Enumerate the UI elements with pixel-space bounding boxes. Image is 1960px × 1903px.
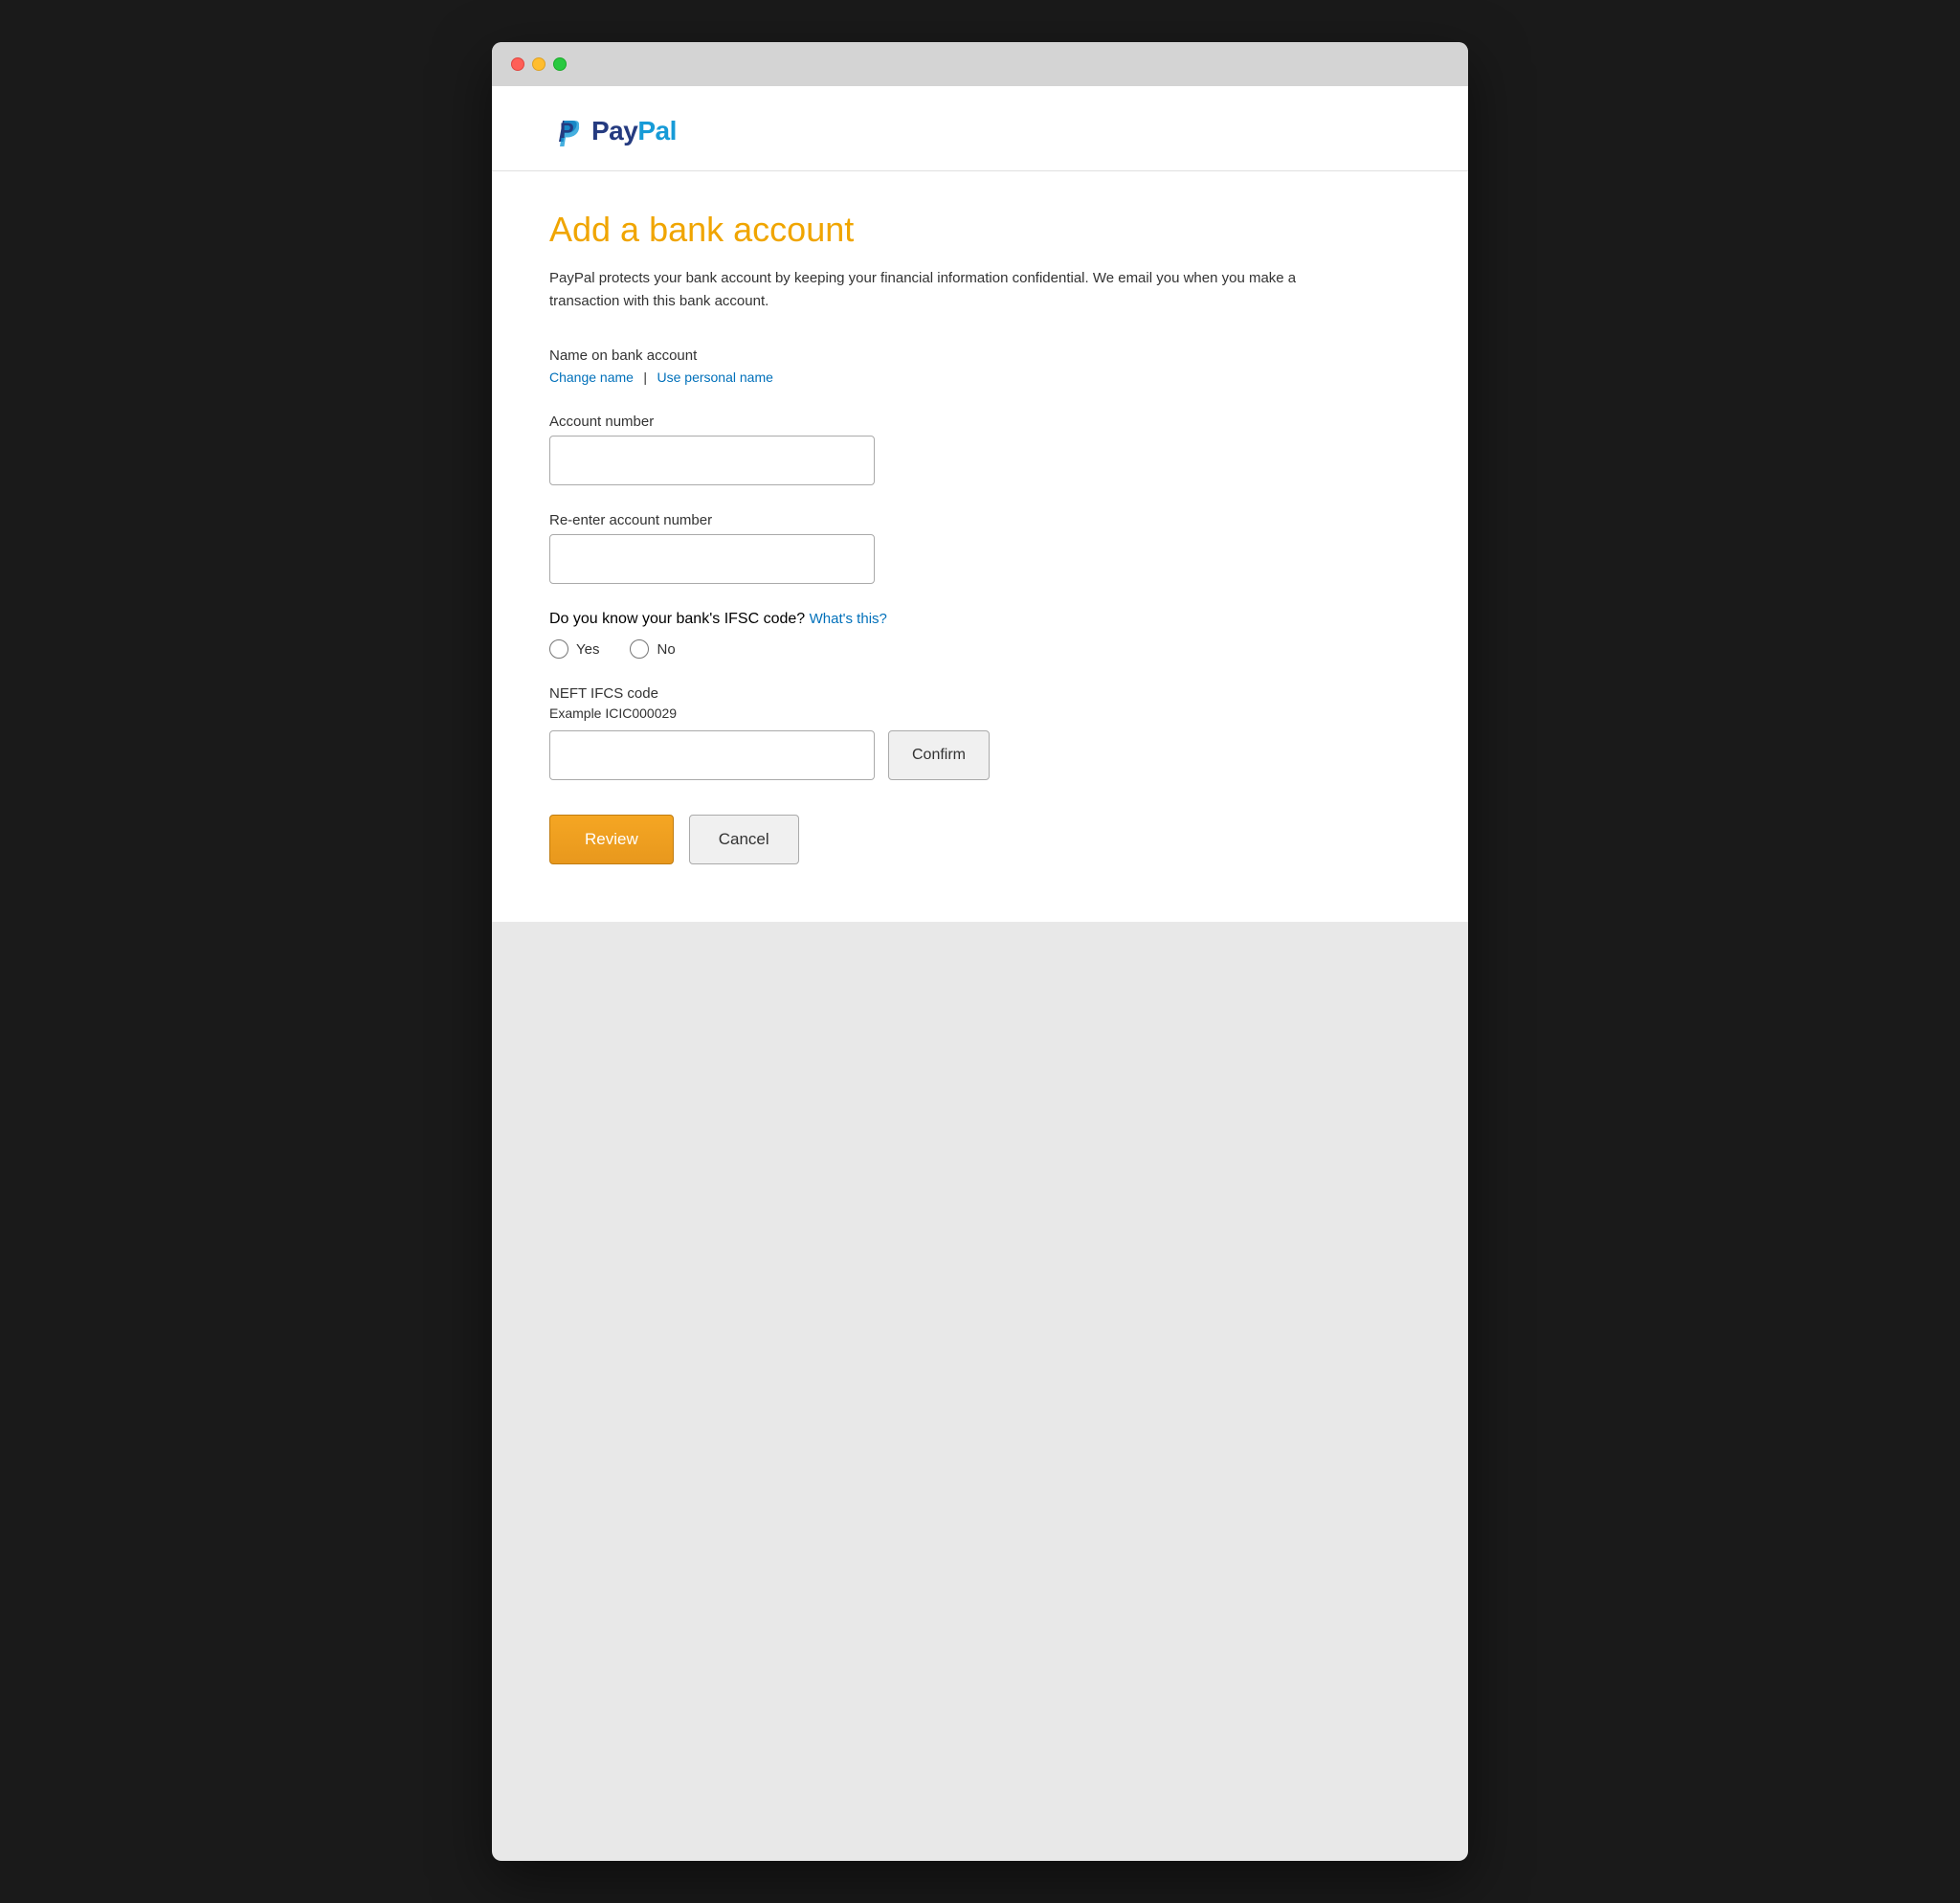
yes-label[interactable]: Yes — [576, 641, 599, 658]
paypal-brand-text: PayPal — [591, 116, 677, 146]
page-description: PayPal protects your bank account by kee… — [549, 267, 1334, 313]
cancel-button[interactable]: Cancel — [689, 815, 799, 864]
yes-no-radio-group: Yes No — [549, 639, 1411, 659]
whats-this-link[interactable]: What's this? — [810, 611, 887, 627]
yes-option: Yes — [549, 639, 599, 659]
minimize-button[interactable] — [532, 57, 546, 71]
form-container: Add a bank account PayPal protects your … — [492, 171, 1468, 922]
name-on-account-group: Name on bank account Change name | Use p… — [549, 347, 1411, 387]
account-number-label: Account number — [549, 414, 1411, 430]
neft-input-row: Confirm — [549, 730, 1411, 780]
browser-window: P PayPal Add a bank account PayPal prote… — [492, 42, 1468, 1861]
link-separator: | — [643, 369, 647, 385]
ifsc-question-label: Do you know your bank's IFSC code? — [549, 611, 805, 627]
yes-radio[interactable] — [549, 639, 568, 659]
ifsc-question-group: Do you know your bank's IFSC code? What'… — [549, 611, 1411, 659]
reenter-account-number-group: Re-enter account number — [549, 512, 1411, 584]
confirm-button[interactable]: Confirm — [888, 730, 990, 780]
paypal-logo: P PayPal — [549, 113, 1411, 149]
paypal-p-icon: P — [549, 113, 586, 149]
review-button[interactable]: Review — [549, 815, 674, 864]
ifsc-question-text: Do you know your bank's IFSC code? What'… — [549, 611, 1411, 628]
page-header: P PayPal — [492, 86, 1468, 171]
account-number-group: Account number — [549, 414, 1411, 485]
reenter-account-number-label: Re-enter account number — [549, 512, 1411, 528]
no-option: No — [630, 639, 675, 659]
name-on-account-label: Name on bank account — [549, 347, 1411, 364]
neft-ifcs-input[interactable] — [549, 730, 875, 780]
close-button[interactable] — [511, 57, 524, 71]
pal-text: Pal — [637, 116, 677, 146]
reenter-account-number-input[interactable] — [549, 534, 875, 584]
action-buttons: Review Cancel — [549, 815, 1411, 864]
change-name-link[interactable]: Change name — [549, 369, 634, 385]
name-links: Change name | Use personal name — [549, 369, 1411, 387]
neft-ifcs-section: NEFT IFCS code Example ICIC000029 Confir… — [549, 685, 1411, 780]
svg-text:P: P — [560, 119, 574, 143]
pay-text: Pay — [591, 116, 637, 146]
no-label[interactable]: No — [657, 641, 675, 658]
neft-example: Example ICIC000029 — [549, 705, 1411, 721]
content-area: P PayPal Add a bank account PayPal prote… — [492, 86, 1468, 922]
account-number-input[interactable] — [549, 436, 875, 485]
maximize-button[interactable] — [553, 57, 567, 71]
use-personal-name-link[interactable]: Use personal name — [657, 369, 773, 385]
page-title: Add a bank account — [549, 210, 1411, 250]
title-bar — [492, 42, 1468, 86]
no-radio[interactable] — [630, 639, 649, 659]
neft-label: NEFT IFCS code — [549, 685, 1411, 702]
